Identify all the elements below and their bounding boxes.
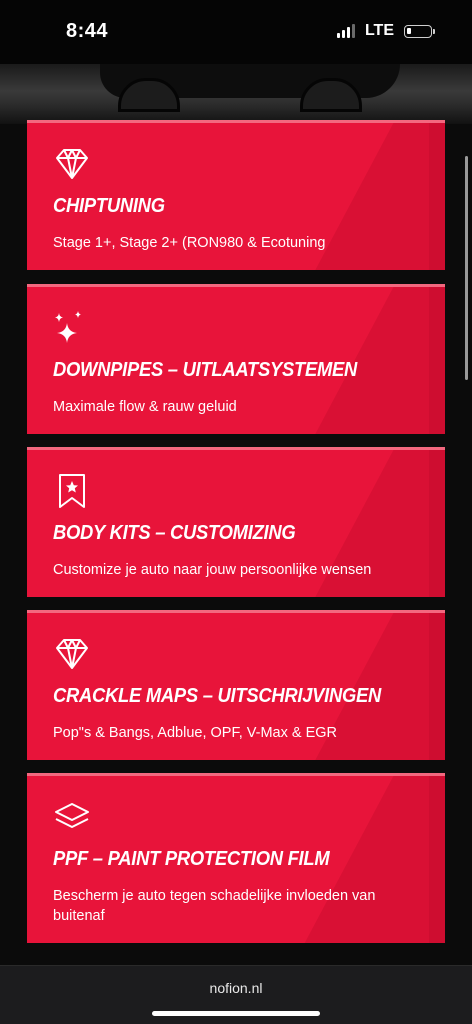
- card-decoration: [429, 287, 445, 434]
- service-title: CHIPTUNING: [53, 195, 165, 217]
- service-description: Pop"s & Bangs, Adblue, OPF, V-Max & EGR: [53, 725, 338, 741]
- screen: 8:44 LTE CHIPTUNING Stage 1+, Stage 2+ (…: [0, 0, 472, 1024]
- bookmark-star-icon: [59, 474, 85, 508]
- card-decoration: [429, 450, 445, 597]
- service-card-body-kits[interactable]: BODY KITS – CUSTOMIZING Customize je aut…: [27, 447, 445, 597]
- card-decoration: [429, 776, 445, 943]
- scrollbar[interactable]: [465, 156, 468, 380]
- status-time: 8:44: [66, 20, 109, 42]
- service-card-ppf[interactable]: PPF – PAINT PROTECTION FILM Bescherm je …: [27, 773, 445, 943]
- service-title: DOWNPIPES – UITLAATSYSTEMEN: [53, 359, 358, 381]
- service-title: PPF – PAINT PROTECTION FILM: [53, 848, 330, 870]
- service-card-chiptuning[interactable]: CHIPTUNING Stage 1+, Stage 2+ (RON980 & …: [27, 120, 445, 270]
- browser-bottom-bar: nofion.nl: [0, 965, 472, 1024]
- service-description: Maximale flow & rauw geluid: [53, 399, 237, 415]
- battery-icon: [404, 24, 435, 38]
- service-title: CRACKLE MAPS – UITSCHRIJVINGEN: [53, 685, 382, 707]
- card-decoration: [429, 613, 445, 760]
- status-indicators: LTE: [336, 22, 435, 40]
- layers-icon: [55, 803, 89, 828]
- sparkles-icon: [55, 311, 81, 343]
- hero-image: [0, 64, 472, 124]
- battery-level: [407, 27, 411, 34]
- card-decoration: [429, 123, 445, 270]
- status-bar: 8:44 LTE: [0, 0, 472, 64]
- service-title: BODY KITS – CUSTOMIZING: [53, 522, 296, 544]
- service-description: Bescherm je auto tegen schadelijke invlo…: [53, 888, 376, 924]
- network-label: LTE: [364, 22, 394, 39]
- service-description: Stage 1+, Stage 2+ (RON980 & Ecotuning: [53, 235, 326, 251]
- service-card-downpipes[interactable]: DOWNPIPES – UITLAATSYSTEMEN Maximale flo…: [27, 284, 445, 434]
- home-indicator[interactable]: [152, 1011, 320, 1016]
- services-list: CHIPTUNING Stage 1+, Stage 2+ (RON980 & …: [0, 120, 472, 966]
- diamond-icon: [56, 149, 88, 179]
- service-description: Customize je auto naar jouw persoonlijke…: [53, 562, 372, 578]
- diamond-icon: [56, 639, 88, 669]
- address-bar[interactable]: nofion.nl: [0, 980, 472, 996]
- signal-icon: [336, 24, 355, 38]
- service-card-crackle-maps[interactable]: CRACKLE MAPS – UITSCHRIJVINGEN Pop"s & B…: [27, 610, 445, 760]
